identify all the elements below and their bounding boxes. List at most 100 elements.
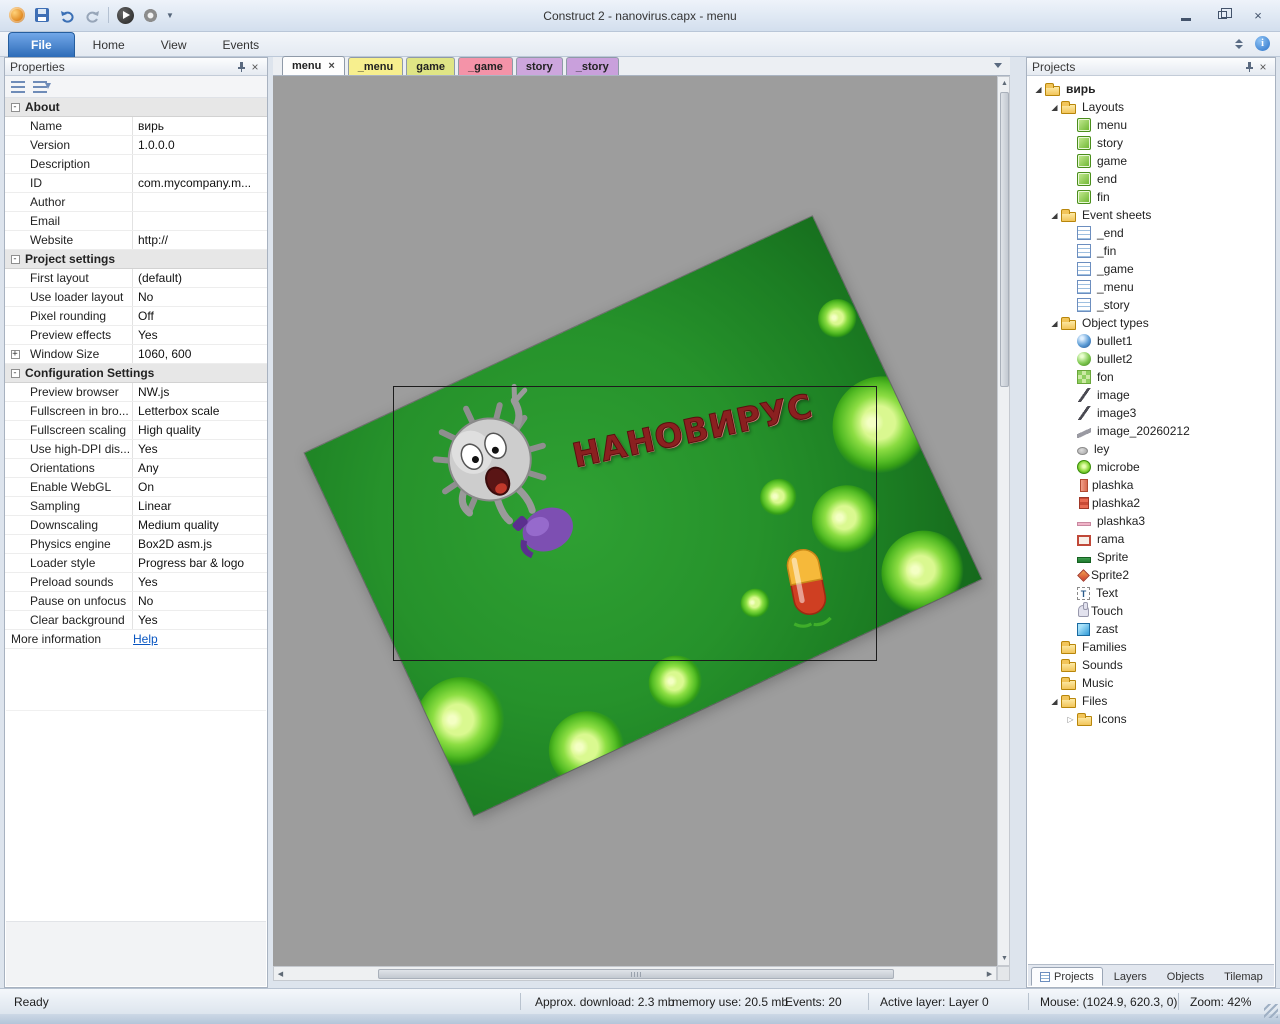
section-header-configuration-settings[interactable]: - Configuration Settings <box>5 364 267 383</box>
redo-icon[interactable] <box>83 6 101 24</box>
editor-tab-story[interactable]: story <box>515 57 563 75</box>
debug-layout-icon[interactable] <box>141 6 159 24</box>
property-value[interactable]: No <box>132 288 267 306</box>
property-value[interactable]: Yes <box>132 440 267 458</box>
property-value[interactable] <box>132 155 267 173</box>
restore-button[interactable] <box>1212 7 1232 23</box>
editor-tab-story[interactable]: _story <box>565 57 619 75</box>
collapse-arrow-icon[interactable]: ◢ <box>1048 211 1061 220</box>
help-link[interactable]: Help <box>133 632 158 646</box>
tree-item-plashka3[interactable]: plashka3 <box>1028 512 1274 530</box>
ribbon-tab-view[interactable]: View <box>143 32 205 57</box>
panel-tab-tilemap[interactable]: Tilemap <box>1215 967 1272 986</box>
property-value[interactable]: com.mycompany.m... <box>132 174 267 192</box>
collapse-arrow-icon[interactable]: ◢ <box>1048 319 1061 328</box>
tree-item-sprite2[interactable]: Sprite2 <box>1028 566 1274 584</box>
tree-item-sprite[interactable]: Sprite <box>1028 548 1274 566</box>
tree-item-event-sheets[interactable]: ◢ Event sheets <box>1028 206 1274 224</box>
scroll-up-icon[interactable]: ▲ <box>998 77 1011 90</box>
property-value[interactable]: (default) <box>132 269 267 287</box>
property-value[interactable]: Box2D asm.js <box>132 535 267 553</box>
tree-item-files[interactable]: ◢ Files <box>1028 692 1274 710</box>
categorized-view-icon[interactable] <box>11 80 25 93</box>
tree-item-fin[interactable]: _fin <box>1028 242 1274 260</box>
tree-item-fin[interactable]: fin <box>1028 188 1274 206</box>
property-value[interactable]: Yes <box>132 573 267 591</box>
property-value[interactable]: Off <box>132 307 267 325</box>
scroll-right-icon[interactable]: ▶ <box>983 967 996 980</box>
tab-list-dropdown-icon[interactable] <box>994 63 1002 68</box>
close-button[interactable]: × <box>1248 7 1268 23</box>
pin-icon[interactable] <box>1242 60 1256 74</box>
ribbon-tab-file[interactable]: File <box>8 32 75 57</box>
property-value[interactable]: http:// <box>132 231 267 249</box>
resize-grip[interactable] <box>1264 1004 1278 1018</box>
section-header-project-settings[interactable]: - Project settings <box>5 250 267 269</box>
property-value[interactable]: Any <box>132 459 267 477</box>
collapse-section-icon[interactable]: - <box>10 368 20 378</box>
editor-tab-game[interactable]: game <box>406 57 455 75</box>
tree-item-end[interactable]: end <box>1028 170 1274 188</box>
close-panel-icon[interactable]: × <box>248 60 262 74</box>
ribbon-collapse-icon[interactable] <box>1235 38 1243 49</box>
panel-tab-objects[interactable]: Objects <box>1158 967 1213 986</box>
tree-item-image3[interactable]: image3 <box>1028 404 1274 422</box>
collapse-arrow-icon[interactable]: ◢ <box>1048 697 1061 706</box>
toolbar-dropdown-icon[interactable]: ▼ <box>166 11 174 20</box>
undo-icon[interactable] <box>58 6 76 24</box>
scroll-down-icon[interactable]: ▼ <box>998 952 1011 965</box>
tree-item-text[interactable]: Text <box>1028 584 1274 602</box>
run-layout-icon[interactable] <box>116 6 134 24</box>
tree-item-object-types[interactable]: ◢ Object types <box>1028 314 1274 332</box>
property-value[interactable]: NW.js <box>132 383 267 401</box>
collapse-section-icon[interactable]: - <box>10 102 20 112</box>
property-value[interactable]: Linear <box>132 497 267 515</box>
panel-tab-layers[interactable]: Layers <box>1105 967 1156 986</box>
tree-item-rama[interactable]: rama <box>1028 530 1274 548</box>
property-value[interactable]: High quality <box>132 421 267 439</box>
section-header-about[interactable]: - About <box>5 98 267 117</box>
tree-item-game[interactable]: game <box>1028 152 1274 170</box>
tree-item-touch[interactable]: Touch <box>1028 602 1274 620</box>
layout-canvas[interactable]: НАНОВИРУС <box>273 76 997 966</box>
vertical-scrollbar[interactable]: ▲ ▼ <box>997 76 1010 966</box>
property-value[interactable]: On <box>132 478 267 496</box>
ribbon-tab-home[interactable]: Home <box>75 32 143 57</box>
panel-tab-projects[interactable]: Projects <box>1031 967 1103 986</box>
tree-item-story[interactable]: story <box>1028 134 1274 152</box>
tree-item-fon[interactable]: fon <box>1028 368 1274 386</box>
pin-icon[interactable] <box>234 60 248 74</box>
tree-item-layouts[interactable]: ◢ Layouts <box>1028 98 1274 116</box>
tree-item-sounds[interactable]: Sounds <box>1028 656 1274 674</box>
tree-item-image[interactable]: image <box>1028 386 1274 404</box>
tree-item-icons[interactable]: ▷ Icons <box>1028 710 1274 728</box>
app-icon[interactable] <box>8 6 26 24</box>
collapse-arrow-icon[interactable]: ◢ <box>1048 103 1061 112</box>
property-value[interactable] <box>132 193 267 211</box>
property-value[interactable]: Yes <box>132 326 267 344</box>
property-value[interactable]: 1.0.0.0 <box>132 136 267 154</box>
property-value[interactable]: Yes <box>132 611 267 629</box>
close-tab-icon[interactable]: × <box>328 60 334 72</box>
property-value[interactable]: No <box>132 592 267 610</box>
tree-item-game[interactable]: _game <box>1028 260 1274 278</box>
tree-item-plashka2[interactable]: plashka2 <box>1028 494 1274 512</box>
property-value[interactable] <box>132 212 267 230</box>
property-value[interactable]: Letterbox scale <box>132 402 267 420</box>
tree-item-plashka[interactable]: plashka <box>1028 476 1274 494</box>
sort-az-icon[interactable] <box>33 80 51 93</box>
horizontal-scrollbar[interactable]: ◀ ▶ <box>273 966 997 981</box>
tree-item-bullet2[interactable]: bullet2 <box>1028 350 1274 368</box>
tree-item-story[interactable]: _story <box>1028 296 1274 314</box>
property-value[interactable]: 1060, 600 <box>132 345 267 363</box>
scroll-left-icon[interactable]: ◀ <box>274 967 287 980</box>
tree-item-image-20260212[interactable]: image_20260212 <box>1028 422 1274 440</box>
minimize-button[interactable] <box>1176 7 1196 23</box>
tree-item-menu[interactable]: _menu <box>1028 278 1274 296</box>
close-panel-icon[interactable]: × <box>1256 60 1270 74</box>
editor-tab-menu[interactable]: _menu <box>347 57 404 75</box>
vertical-scroll-thumb[interactable] <box>1000 92 1009 387</box>
collapse-arrow-icon[interactable]: ◢ <box>1032 85 1045 94</box>
tree-item-menu[interactable]: menu <box>1028 116 1274 134</box>
tree-item-microbe[interactable]: microbe <box>1028 458 1274 476</box>
